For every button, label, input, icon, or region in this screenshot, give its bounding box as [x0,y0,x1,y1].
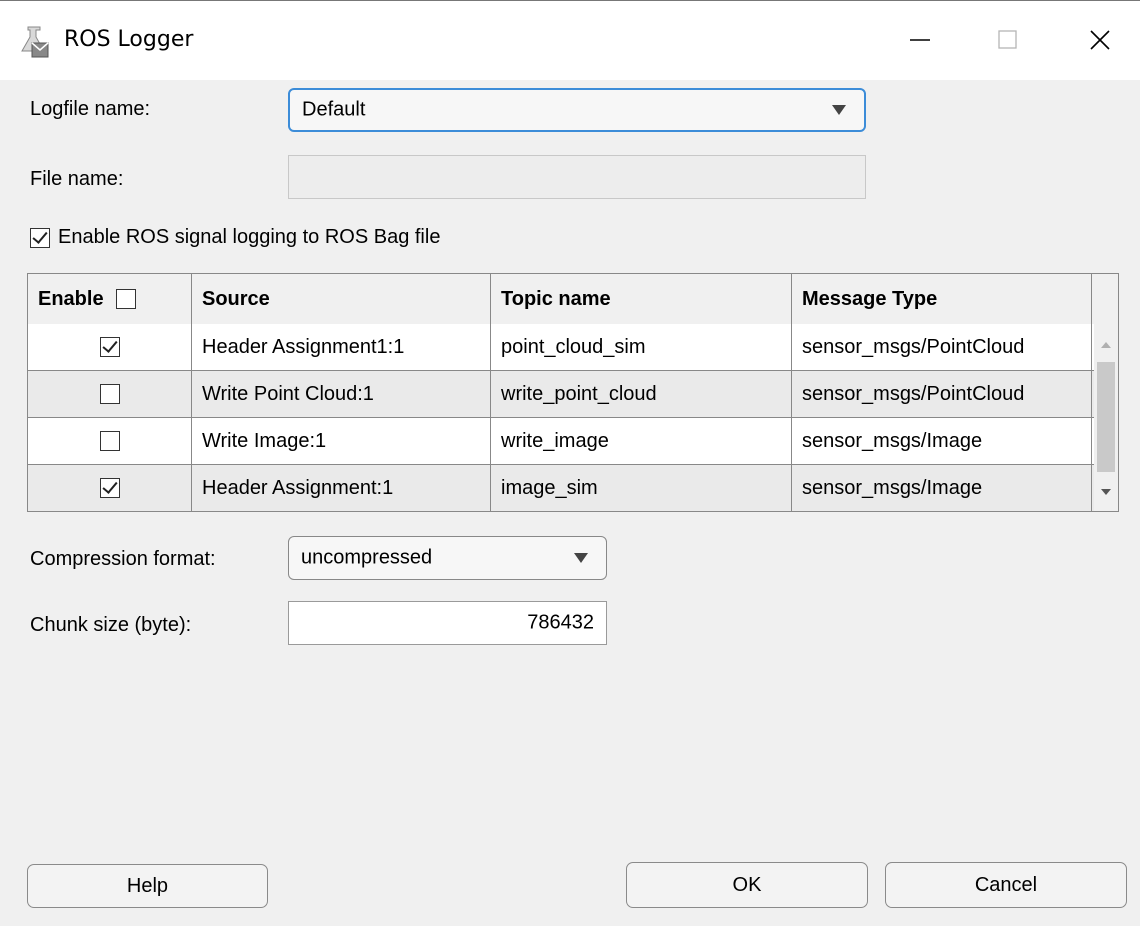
maximize-button[interactable] [978,11,1038,69]
compression-format-value: uncompressed [301,546,433,569]
compression-format-label: Compression format: [30,548,216,570]
table-header: Enable Source Topic name Message Type [28,274,1118,325]
chevron-down-icon [832,105,846,115]
file-name-field[interactable] [288,155,866,199]
maximize-icon [998,30,1017,49]
logfile-name-value: Default [302,98,366,121]
row-message-type: sensor_msgs/Image [792,418,1092,464]
table-row[interactable]: Header Assignment:1 image_sim sensor_msg… [28,465,1094,511]
close-icon [1090,30,1110,50]
file-name-label: File name: [30,168,124,190]
minimize-button[interactable] [890,11,950,69]
enable-logging-row[interactable]: Enable ROS signal logging to ROS Bag fil… [30,226,440,249]
row-topic-name[interactable]: write_point_cloud [491,371,792,417]
enable-logging-label: Enable ROS signal logging to ROS Bag fil… [58,226,441,248]
column-header-enable[interactable]: Enable [28,274,192,324]
row-message-type: sensor_msgs/PointCloud [792,371,1092,417]
scroll-up-icon[interactable] [1101,342,1111,348]
scrollbar-thumb[interactable] [1097,362,1115,472]
row-source: Write Image:1 [192,418,491,464]
logfile-name-label: Logfile name: [30,98,151,120]
row-topic-name[interactable]: image_sim [491,465,792,511]
cancel-button[interactable]: Cancel [885,862,1127,908]
row-enable-checkbox[interactable] [99,478,120,498]
logfile-name-dropdown[interactable]: Default [288,88,866,132]
ros-logger-icon [21,26,49,58]
scroll-down-icon[interactable] [1101,489,1111,495]
compression-format-dropdown[interactable]: uncompressed [288,536,607,580]
row-source: Write Point Cloud:1 [192,371,491,417]
window-title: ROS Logger [64,27,194,52]
row-enable-checkbox[interactable] [99,384,120,404]
select-all-checkbox[interactable] [115,289,136,309]
column-header-topic-name[interactable]: Topic name [491,274,792,324]
row-enable-checkbox[interactable] [99,337,120,357]
close-button[interactable] [1070,11,1130,69]
title-bar: ROS Logger [0,0,1140,80]
enable-logging-checkbox[interactable] [30,227,50,248]
help-button[interactable]: Help [27,864,268,908]
column-header-message-type[interactable]: Message Type [792,274,1092,324]
table-row[interactable]: Header Assignment1:1 point_cloud_sim sen… [28,324,1094,371]
row-message-type: sensor_msgs/Image [792,465,1092,511]
row-message-type: sensor_msgs/PointCloud [792,324,1092,370]
column-header-source[interactable]: Source [192,274,491,324]
chunk-size-value: 786432 [527,611,594,634]
table-row[interactable]: Write Point Cloud:1 write_point_cloud se… [28,371,1094,418]
row-source: Header Assignment1:1 [192,324,491,370]
chevron-down-icon [574,553,588,563]
chunk-size-label: Chunk size (byte): [30,614,192,636]
row-enable-checkbox[interactable] [99,431,120,451]
ok-button[interactable]: OK [626,862,868,908]
chunk-size-field[interactable]: 786432 [288,601,607,645]
table-scrollbar[interactable] [1094,324,1118,511]
row-topic-name[interactable]: point_cloud_sim [491,324,792,370]
table-row[interactable]: Write Image:1 write_image sensor_msgs/Im… [28,418,1094,465]
row-topic-name[interactable]: write_image [491,418,792,464]
minimize-icon [910,39,930,41]
signal-table: Enable Source Topic name Message Type He… [27,273,1119,512]
row-source: Header Assignment:1 [192,465,491,511]
